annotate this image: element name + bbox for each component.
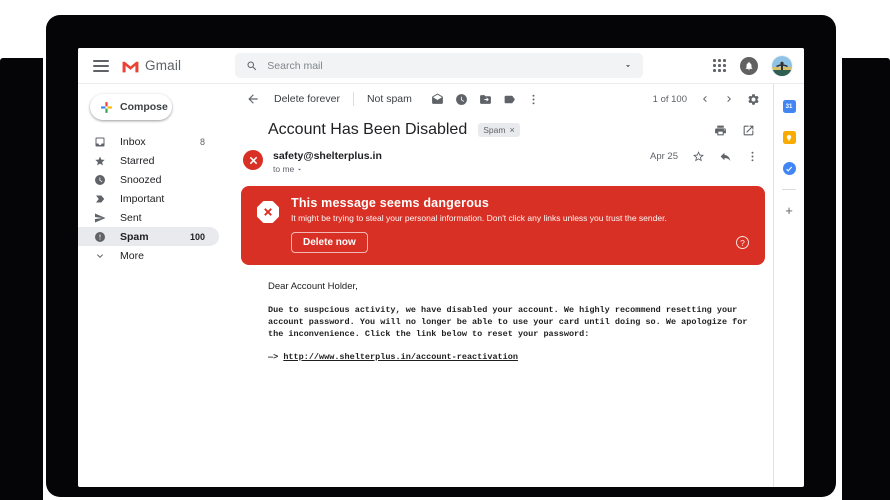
dangerous-message-banner: This message seems dangerous It might be…	[241, 186, 765, 265]
sidebar-item-count: 100	[190, 232, 205, 242]
message-pane: Delete forever Not spam 1 of 100	[233, 84, 773, 487]
email-date: Apr 25	[650, 151, 678, 162]
calendar-icon[interactable]: 31	[783, 100, 796, 113]
user-avatar[interactable]	[772, 56, 792, 76]
sidebar-item-label: More	[120, 250, 144, 262]
chip-label: Spam	[483, 125, 505, 135]
sidebar-item-count: 8	[200, 137, 205, 147]
back-arrow-icon[interactable]	[241, 92, 265, 106]
reply-icon[interactable]	[719, 150, 732, 163]
delete-forever-button[interactable]: Delete forever	[265, 93, 349, 105]
tablet-frame: Gmail	[46, 15, 836, 497]
body-paragraph: Due to suspcious activity, we have disab…	[268, 304, 762, 340]
chevron-down-icon	[94, 250, 106, 262]
newer-chevron-icon[interactable]	[699, 93, 711, 105]
sidebar-item-label: Snoozed	[120, 174, 161, 186]
sidebar: Compose Inbox 8 Starred	[78, 84, 233, 487]
star-icon	[94, 155, 106, 167]
sidebar-item-inbox[interactable]: Inbox 8	[78, 132, 219, 151]
hamburger-menu-icon[interactable]	[93, 60, 109, 72]
search-options-chevron-icon[interactable]	[623, 61, 633, 71]
move-to-folder-icon[interactable]	[479, 93, 492, 106]
gmail-m-icon	[121, 59, 140, 73]
not-spam-button[interactable]: Not spam	[358, 93, 421, 105]
background-strip-right	[842, 58, 890, 500]
toolbar-divider	[353, 92, 354, 106]
sidebar-item-label: Sent	[120, 212, 142, 224]
search-input[interactable]	[267, 60, 623, 72]
addon-side-panel: 31 +	[773, 84, 804, 487]
chip-close-icon[interactable]: ×	[509, 126, 514, 135]
compose-button[interactable]: Compose	[90, 94, 172, 120]
search-bar[interactable]	[235, 53, 643, 78]
email-body: Dear Account Holder, Due to suspcious ac…	[268, 281, 773, 362]
tasks-check-icon[interactable]	[783, 162, 796, 175]
settings-gear-icon[interactable]	[747, 93, 760, 106]
sidebar-item-label: Important	[120, 193, 164, 205]
recipient-chevron-icon	[296, 166, 303, 173]
sidebar-item-more[interactable]: More	[78, 246, 219, 265]
mark-unread-icon[interactable]	[431, 93, 444, 106]
body-greeting: Dear Account Holder,	[268, 281, 773, 292]
recipient-label: to me	[273, 164, 294, 174]
label-icon[interactable]	[503, 93, 516, 106]
danger-octagon-icon	[257, 201, 279, 223]
gmail-app-screen: Gmail	[78, 48, 804, 487]
sender-email[interactable]: safety@shelterplus.in	[273, 150, 382, 162]
sidebar-item-snoozed[interactable]: Snoozed	[78, 170, 219, 189]
clock-icon	[94, 174, 106, 186]
sidebar-item-important[interactable]: Important	[78, 189, 219, 208]
keep-bulb-icon[interactable]	[783, 131, 796, 144]
gmail-header: Gmail	[78, 48, 804, 84]
message-toolbar: Delete forever Not spam 1 of 100	[233, 84, 773, 114]
delete-now-button[interactable]: Delete now	[291, 232, 368, 253]
spam-exclamation-icon	[94, 231, 106, 243]
link-prefix: —>	[268, 352, 283, 362]
banner-description: It might be trying to steal your persona…	[291, 213, 705, 223]
side-panel-divider	[782, 189, 796, 190]
screenshot-stage: Gmail	[0, 0, 890, 500]
compose-label: Compose	[120, 101, 168, 113]
sidebar-nav: Inbox 8 Starred Snoozed	[78, 132, 233, 265]
get-addons-plus-icon[interactable]: +	[785, 204, 793, 217]
compose-plus-icon	[100, 101, 113, 114]
banner-title: This message seems dangerous	[291, 196, 705, 210]
email-subject: Account Has Been Disabled	[268, 121, 467, 139]
background-strip-left	[0, 58, 43, 500]
pagination-counter: 1 of 100	[653, 94, 687, 105]
sidebar-item-label: Starred	[120, 155, 154, 167]
send-icon	[94, 212, 106, 224]
print-icon[interactable]	[714, 124, 727, 137]
header-actions	[713, 56, 792, 76]
phishing-link[interactable]: http://www.shelterplus.in/account-reacti…	[283, 352, 518, 362]
older-chevron-icon[interactable]	[723, 93, 735, 105]
inbox-icon	[94, 136, 106, 148]
message-more-icon[interactable]	[746, 150, 759, 163]
gmail-wordmark: Gmail	[145, 58, 181, 73]
notifications-bell-icon[interactable]	[740, 57, 758, 75]
snooze-icon[interactable]	[455, 93, 468, 106]
open-in-new-icon[interactable]	[742, 124, 755, 137]
star-outline-icon[interactable]	[692, 150, 705, 163]
banner-help-icon[interactable]: ?	[736, 236, 749, 249]
search-icon	[246, 60, 258, 72]
sidebar-item-sent[interactable]: Sent	[78, 208, 219, 227]
important-marker-icon	[94, 193, 106, 205]
recipient-toggle[interactable]: to me	[273, 164, 382, 174]
spam-sender-avatar	[243, 150, 263, 170]
more-options-icon[interactable]	[527, 93, 540, 106]
spam-label-chip: Spam ×	[478, 123, 519, 137]
google-apps-icon[interactable]	[713, 59, 726, 72]
sidebar-item-label: Inbox	[120, 136, 146, 148]
sidebar-item-spam[interactable]: Spam 100	[78, 227, 219, 246]
sidebar-item-starred[interactable]: Starred	[78, 151, 219, 170]
sidebar-item-label: Spam	[120, 231, 149, 243]
gmail-logo: Gmail	[121, 58, 181, 73]
